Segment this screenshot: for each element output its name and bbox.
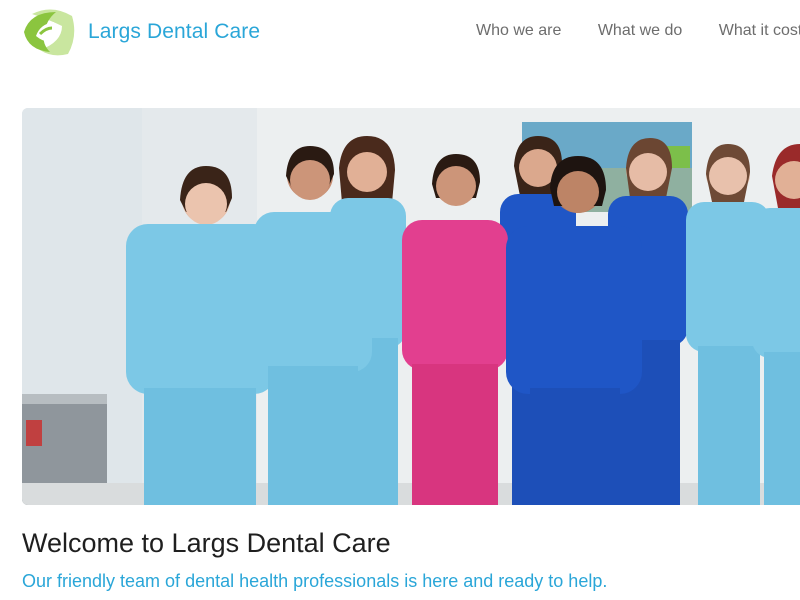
team-photo-illustration (22, 108, 800, 505)
welcome-heading: Welcome to Largs Dental Care (22, 528, 391, 558)
nav-what-we-do[interactable]: What we do (598, 22, 682, 40)
home-logo-link[interactable]: Largs Dental Care (22, 6, 260, 58)
site-name: Largs Dental Care (88, 20, 261, 43)
welcome-tagline: Our friendly team of dental health profe… (22, 571, 608, 591)
hero-team-photo (22, 108, 800, 505)
swirl-leaf-logo-icon (24, 9, 75, 56)
main-nav: Who we are What we do What it costs (476, 22, 800, 40)
site-header: Largs Dental Care Who we are What we do … (0, 0, 800, 64)
nav-what-it-costs[interactable]: What it costs (719, 22, 800, 40)
nav-who-we-are[interactable]: Who we are (476, 22, 561, 40)
